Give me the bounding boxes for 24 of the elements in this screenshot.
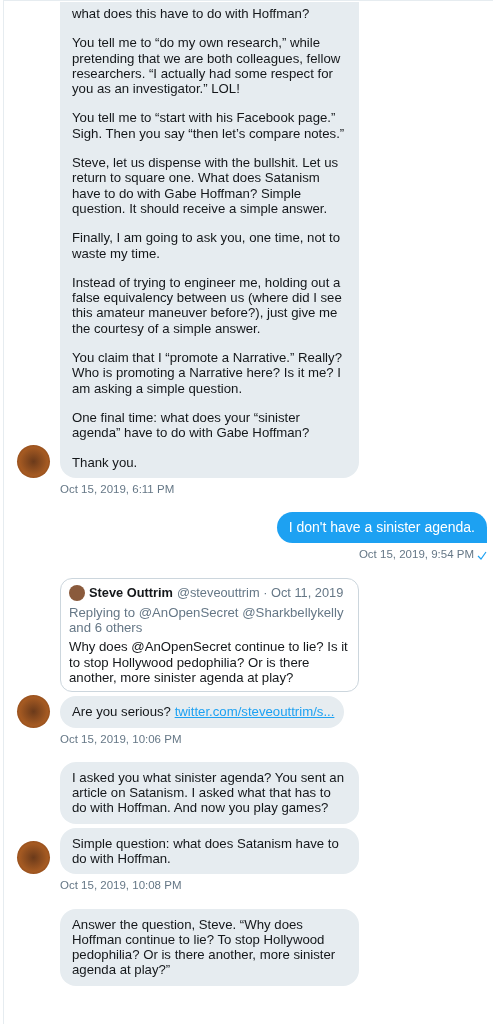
- tweet-text: Why does @AnOpenSecret continue to lie? Is it to stop Hollywood pedophilia? Or is there another, more sinister agenda at play?: [69, 639, 349, 686]
- message-paragraph: Thank you.: [72, 454, 139, 470]
- timestamp: Oct 15, 2019, 10:06 PM: [60, 731, 182, 747]
- message-paragraph: Answer the question, Steve. “Why does Hoffman continue to lie? To stop Hollywood pedophilia? Or is there another, more sinister agenda at play?”: [72, 916, 337, 978]
- message-paragraph: You tell me to “do my own research,” while pretending that we are both colleagues, fellow researchers. “I actually had some respect for you as an investigator.” LOL!: [72, 35, 342, 97]
- message-paragraph: You claim that I “promote a Narrative.” Really? Who is promoting a Narrative here? Is it me? I am asking a simple question.: [72, 350, 343, 396]
- message-paragraph: Steve, let us dispense with the bullshit. Let us return to square one. What does Satanism have to do with Gabe Hoffman? Simple question. It should receive a simple answer.: [72, 155, 340, 217]
- message-paragraph: Simple question: what does Satanism have to do with Hoffman.: [72, 835, 340, 867]
- message-paragraph: what does this have to do with Hoffman?: [72, 6, 311, 22]
- timestamp: Oct 15, 2019, 6:11 PM: [60, 481, 175, 497]
- message-text: Are you serious?: [72, 704, 172, 720]
- timestamp: Oct 15, 2019, 10:08 PM: [60, 878, 182, 894]
- author-name: Steve Outtrim: [89, 585, 173, 601]
- tweet-link[interactable]: twitter.com/steveouttrim/s...: [174, 704, 335, 720]
- message-paragraph: I asked you what sinister agenda? You sent an article on Satanism. I asked what that has to do with Hoffman. And now you play games?: [72, 769, 345, 816]
- replying-to-text: Replying to @AnOpenSecret @Sharkbellykelly and 6 others: [69, 604, 345, 636]
- message-paragraph: Finally, I am going to ask you, one time, not to waste my time.: [72, 230, 342, 261]
- avatar-icon: [69, 584, 85, 601]
- timestamp: Oct 15, 2019, 9:54 PM: [358, 547, 474, 563]
- message-bubble: I don't have a sinister agenda.: [276, 512, 487, 544]
- author-handle: @steveouttrim · Oct 11, 2019: [176, 585, 344, 601]
- message-paragraph: One final time: what does your “sinister agenda” have to do with Gabe Hoffman?: [72, 409, 311, 441]
- message-paragraph: You tell me to “start with his Facebook page.” Sigh. Then you say “then let’s compare notes.”: [72, 110, 346, 142]
- message-paragraph: Instead of trying to engineer me, holding out a false equivalency between us (where did I see this amateur maneuver before?), just give me the courtesy of a simple answer.: [72, 274, 343, 337]
